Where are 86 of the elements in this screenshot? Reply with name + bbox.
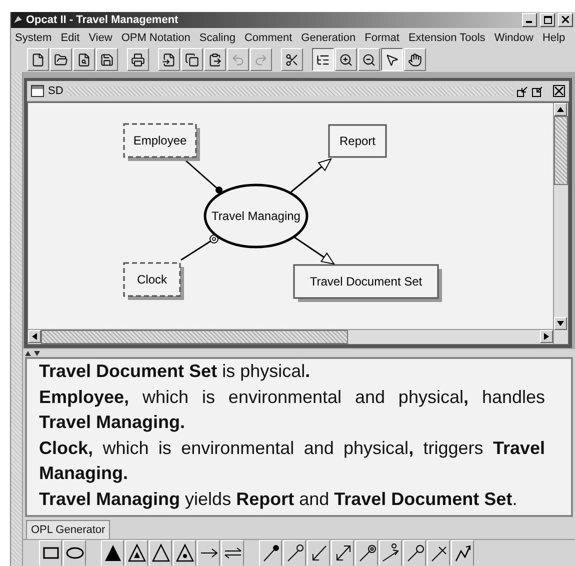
zoom-in-icon [339,52,353,67]
palette-button[interactable] [355,540,378,566]
save-icon [100,52,114,67]
close-icon [562,16,569,24]
palette-button[interactable] [451,540,474,566]
menu-item[interactable]: Help [542,32,566,44]
palette-button[interactable] [125,540,148,566]
process-ellipse[interactable]: Travel Managing [204,184,308,248]
menu-item[interactable]: Comment [244,32,292,44]
zoom-out-icon [362,52,376,67]
menu-item[interactable]: Format [364,32,400,44]
triangle-icon [150,543,170,563]
palette-button[interactable] [221,540,244,566]
menu-item[interactable]: System [15,32,52,44]
object-box[interactable]: Travel Document Set [293,264,442,302]
hand-icon [408,52,422,67]
maximize-button[interactable] [540,12,555,27]
scissors-icon [285,52,299,67]
palette-button[interactable] [173,540,196,566]
opl-sentence: Employee, which is environmental and physical, handles Travel Managing. [39,386,545,434]
menu-item[interactable]: Generation [301,32,356,44]
minimize-button[interactable] [522,12,537,27]
right-arrow-icon[interactable] [544,333,549,340]
title-grip[interactable] [67,86,513,96]
copy-icon [185,52,199,67]
print-icon [131,52,145,67]
opl-sentence: Travel Document Set is physical. [39,360,312,383]
opl-sentence: Travel Managing yields Report and Travel Document Set. [39,488,518,511]
filled-triangle-icon [102,543,122,563]
invocation-link-icon [452,543,472,563]
diagram-title: SD [48,85,64,97]
palette-button[interactable] [331,540,354,566]
new-file-icon [31,52,45,67]
palette-button[interactable] [379,540,402,566]
event-arrow-icon [380,543,400,563]
palette-button[interactable] [403,540,426,566]
menu-item[interactable]: Extension Tools [408,32,486,44]
document-search-icon [77,52,91,67]
palette-button[interactable] [197,540,220,566]
menu-item[interactable]: OPM Notation [121,32,190,44]
horizontal-scrollbar[interactable] [28,329,553,344]
nested-triangle-icon [126,543,146,563]
down-arrow-icon[interactable] [557,321,564,326]
undo-icon [231,52,245,67]
menu-item[interactable]: Edit [60,32,80,44]
redo-icon [254,52,268,67]
detach-icon[interactable] [532,86,543,96]
window-icon [31,85,44,97]
list-icon [316,52,330,67]
palette-button[interactable] [149,540,172,566]
palette-button[interactable] [39,540,62,566]
toolbar-button[interactable] [381,48,403,72]
vertical-scrollbar[interactable] [553,103,568,344]
agent-link-icon [260,543,280,563]
palette-button[interactable] [101,540,124,566]
palette-button[interactable] [307,540,330,566]
document-import-icon [162,52,176,67]
window-title: Opcat II - Travel Management [26,14,180,26]
palette-button[interactable] [259,540,282,566]
open-folder-icon [54,52,68,67]
tab[interactable]: OPL Generator [26,520,110,539]
result-link[interactable] [290,158,332,193]
collapse-arrows-icon[interactable] [25,350,41,356]
pointer-icon [385,52,399,67]
object-box[interactable]: Report [328,124,387,158]
menu-item[interactable]: View [88,32,112,44]
menu-item[interactable]: Scaling [199,32,236,44]
palette-button[interactable] [427,540,450,566]
close-button[interactable] [558,12,573,27]
agent-link[interactable] [184,158,222,194]
dotted-triangle-icon [174,543,194,563]
palette-button[interactable] [63,540,86,566]
close-icon[interactable] [553,85,565,97]
restore-icon[interactable] [517,86,528,96]
object-box[interactable]: Employee [123,123,200,161]
palette-button[interactable] [283,540,306,566]
menu-item[interactable]: Window [494,32,534,44]
object-box[interactable]: Clock [123,262,184,300]
toolbar-button[interactable] [312,48,334,72]
result-link[interactable] [294,236,336,265]
maximize-icon [544,16,552,24]
left-arrow-icon[interactable] [32,333,37,340]
paste-icon [208,52,222,67]
opl-sentence: Clock, which is environmental and physical, triggers Travel Managing. [39,436,545,485]
app-logo-icon [13,14,23,25]
up-arrow-icon[interactable] [557,107,564,112]
